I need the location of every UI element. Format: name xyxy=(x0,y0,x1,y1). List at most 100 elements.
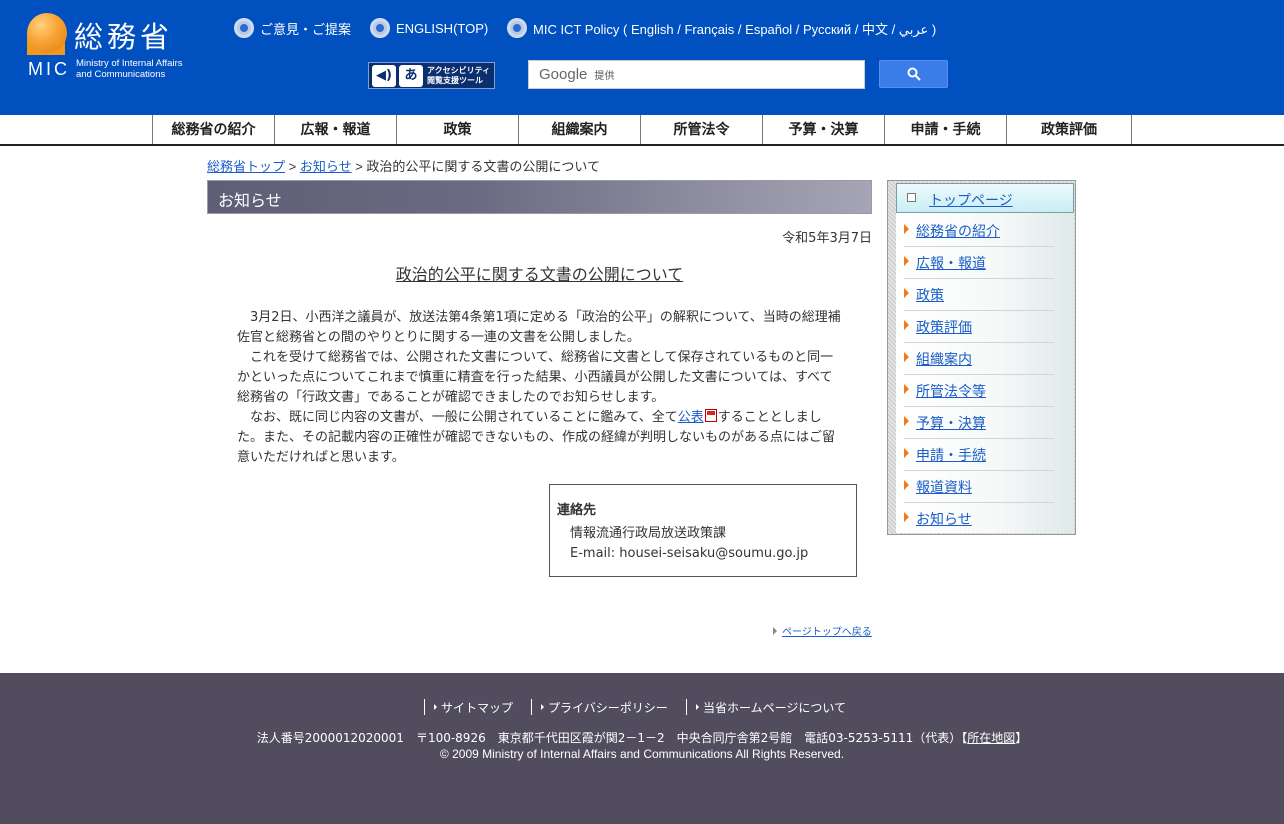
mic-logo[interactable]: 総務省 MIC Ministry of Internal Affairs and… xyxy=(26,12,211,80)
nav-item-policy[interactable]: 政策 xyxy=(396,115,518,144)
footer-address: 法人番号2000012020001 〒100-8926 東京都千代田区霞が関2－… xyxy=(0,729,1284,746)
section-title-bar: お知らせ xyxy=(207,180,872,214)
speaker-icon: ◀) xyxy=(372,64,396,87)
search-input[interactable]: Google 提供 xyxy=(528,60,865,89)
sidebar-item-evaluation[interactable]: 政策評価 xyxy=(904,311,1054,343)
sidebar-item-laws[interactable]: 所管法令等 xyxy=(904,375,1054,407)
accessibility-tool-label: アクセシビリティ 閲覧支援ツール xyxy=(427,66,490,86)
footer-map-link[interactable]: 所在地図 xyxy=(967,731,1015,745)
sidebar-item-news[interactable]: お知らせ xyxy=(904,503,1054,535)
footer-link-about-site[interactable]: 当省ホームページについて xyxy=(686,699,846,715)
arrow-right-icon xyxy=(904,512,909,522)
breadcrumb-home-link[interactable]: 総務省トップ xyxy=(207,159,285,174)
nav-item-organization[interactable]: 組織案内 xyxy=(518,115,640,144)
header-link-label: ENGLISH(TOP) xyxy=(396,20,489,36)
contact-email: E-mail: housei-seisaku@soumu.go.jp xyxy=(570,546,809,561)
arrow-right-icon xyxy=(904,447,909,458)
arrow-right-icon xyxy=(904,255,909,266)
header-link-ict-policy[interactable]: MIC ICT Policy ( English / Français / Es… xyxy=(507,18,936,38)
accessibility-line2: 閲覧支援ツール xyxy=(427,75,483,85)
sidebar-item-applications[interactable]: 申請・手続 xyxy=(904,439,1054,471)
contact-heading: 連絡先 xyxy=(557,503,597,518)
arrow-right-icon xyxy=(904,223,909,234)
footer-copyright: © 2009 Ministry of Internal Affairs and … xyxy=(439,747,845,761)
sidebar-item-press[interactable]: 広報・報道 xyxy=(904,247,1054,279)
article-paragraph-1: 3月2日、小西洋之議員が、放送法第4条第1項に定める「政治的公平」の解釈について… xyxy=(237,310,841,345)
accessibility-line1: アクセシビリティ xyxy=(427,65,491,75)
sidebar-item-label: 組織案内 xyxy=(916,351,972,368)
arrow-right-icon xyxy=(904,351,909,362)
sidebar-item-policy[interactable]: 政策 xyxy=(904,279,1054,311)
logo-orange-ball xyxy=(27,13,67,53)
header-link-label: MIC ICT Policy ( English / Français / Es… xyxy=(533,21,937,37)
site-footer: サイトマップ プライバシーポリシー 当省ホームページについて 法人番号20000… xyxy=(0,673,1284,824)
search-provided-label: 提供 xyxy=(594,71,615,82)
radio-bullet-icon xyxy=(234,18,254,38)
page-top-label: ページトップへ戻る xyxy=(782,627,872,638)
sidebar-item-label: お知らせ xyxy=(916,512,972,528)
logo-kanji: 総務省 xyxy=(74,20,174,54)
nav-item-press[interactable]: 広報・報道 xyxy=(274,115,396,144)
arrow-right-icon xyxy=(904,287,909,298)
article-paragraph-2: これを受けて総務省では、公開された文書について、総務省に文書として保存されている… xyxy=(237,350,834,405)
breadcrumb-separator: > xyxy=(351,159,367,174)
sidebar-item-label: 総務省の紹介 xyxy=(916,223,1000,240)
header-link-feedback[interactable]: ご意見・ご提案 xyxy=(234,18,351,38)
header-link-english[interactable]: ENGLISH(TOP) xyxy=(370,18,488,38)
logo-ministry-line2: and Communications xyxy=(76,69,166,80)
sidebar-item-organization[interactable]: 組織案内 xyxy=(904,343,1054,375)
section-title: お知らせ xyxy=(218,191,282,210)
arrow-right-icon xyxy=(904,479,909,490)
article-paragraph-3-start: なお、既に同じ内容の文書が、一般に公開されていることに鑑みて、全て xyxy=(250,410,678,425)
sidebar-item-budget[interactable]: 予算・決算 xyxy=(904,407,1054,439)
logo-ministry-name: Ministry of Internal Affairs and Communi… xyxy=(76,58,182,80)
sidebar-item-label: 所管法令等 xyxy=(916,383,986,400)
nav-item-budget[interactable]: 予算・決算 xyxy=(762,115,884,144)
header-link-label: ご意見・ご提案 xyxy=(260,21,352,37)
sidebar-item-label: 報道資料 xyxy=(916,479,972,496)
sidebar-item-top-page[interactable]: トップページ xyxy=(896,183,1074,213)
footer-address-text: 法人番号2000012020001 〒100-8926 東京都千代田区霞が関2－… xyxy=(256,731,962,745)
footer-bracket: 】 xyxy=(1015,731,1028,745)
footer-link-label: 当省ホームページについて xyxy=(703,700,847,715)
page-top-link[interactable]: ページトップへ戻る xyxy=(773,623,872,638)
arrow-right-icon xyxy=(696,704,699,710)
square-bullet-icon xyxy=(907,193,916,202)
sidebar-menu: トップページ 総務省の紹介 広報・報道 政策 政策評価 組織案内 所管法令等 予… xyxy=(896,183,1074,533)
radio-bullet-icon xyxy=(370,18,390,38)
site-header: 総務省 MIC Ministry of Internal Affairs and… xyxy=(0,0,1284,115)
nav-item-evaluation[interactable]: 政策評価 xyxy=(1006,115,1132,144)
search-button[interactable] xyxy=(879,60,948,88)
sidebar-item-label: 申請・手続 xyxy=(916,447,986,464)
breadcrumb-news-link[interactable]: お知らせ xyxy=(300,159,352,174)
sidebar-item-label: 広報・報道 xyxy=(916,255,986,272)
hiragana-icon: あ xyxy=(399,64,423,87)
arrow-right-icon xyxy=(904,383,909,394)
arrow-right-icon xyxy=(773,626,777,635)
contact-department: 情報流通行政局放送政策課 xyxy=(570,526,727,541)
footer-link-sitemap[interactable]: サイトマップ xyxy=(424,699,513,715)
sidebar-item-press-releases[interactable]: 報道資料 xyxy=(904,471,1054,503)
google-brand: Google xyxy=(539,66,588,83)
arrow-right-icon xyxy=(434,704,437,710)
sidebar-item-introduction[interactable]: 総務省の紹介 xyxy=(904,215,1054,247)
nav-item-laws[interactable]: 所管法令 xyxy=(640,115,762,144)
pdf-icon xyxy=(704,409,717,422)
sidebar-item-label: 政策評価 xyxy=(916,319,972,336)
publication-link[interactable]: 公表 xyxy=(678,410,704,425)
breadcrumb: 総務省トップ > お知らせ > 政治的公平に関する文書の公開について xyxy=(207,156,600,175)
nav-item-applications[interactable]: 申請・手続 xyxy=(884,115,1006,144)
sidebar: トップページ 総務省の紹介 広報・報道 政策 政策評価 組織案内 所管法令等 予… xyxy=(887,180,1076,535)
article-title: 政治的公平に関する文書の公開について xyxy=(395,265,684,284)
arrow-right-icon xyxy=(904,319,909,330)
nav-item-introduction[interactable]: 総務省の紹介 xyxy=(152,115,274,144)
article-date: 令和5年3月7日 xyxy=(782,231,872,246)
search-icon xyxy=(907,67,921,81)
footer-link-privacy[interactable]: プライバシーポリシー xyxy=(531,699,668,715)
arrow-right-icon xyxy=(541,704,544,710)
breadcrumb-separator: > xyxy=(285,159,300,174)
sidebar-item-label: 政策 xyxy=(916,287,944,304)
accessibility-tool-button[interactable]: ◀) あ アクセシビリティ 閲覧支援ツール xyxy=(368,62,495,89)
sidebar-item-label: 予算・決算 xyxy=(916,415,986,432)
footer-link-label: プライバシーポリシー xyxy=(548,700,668,715)
